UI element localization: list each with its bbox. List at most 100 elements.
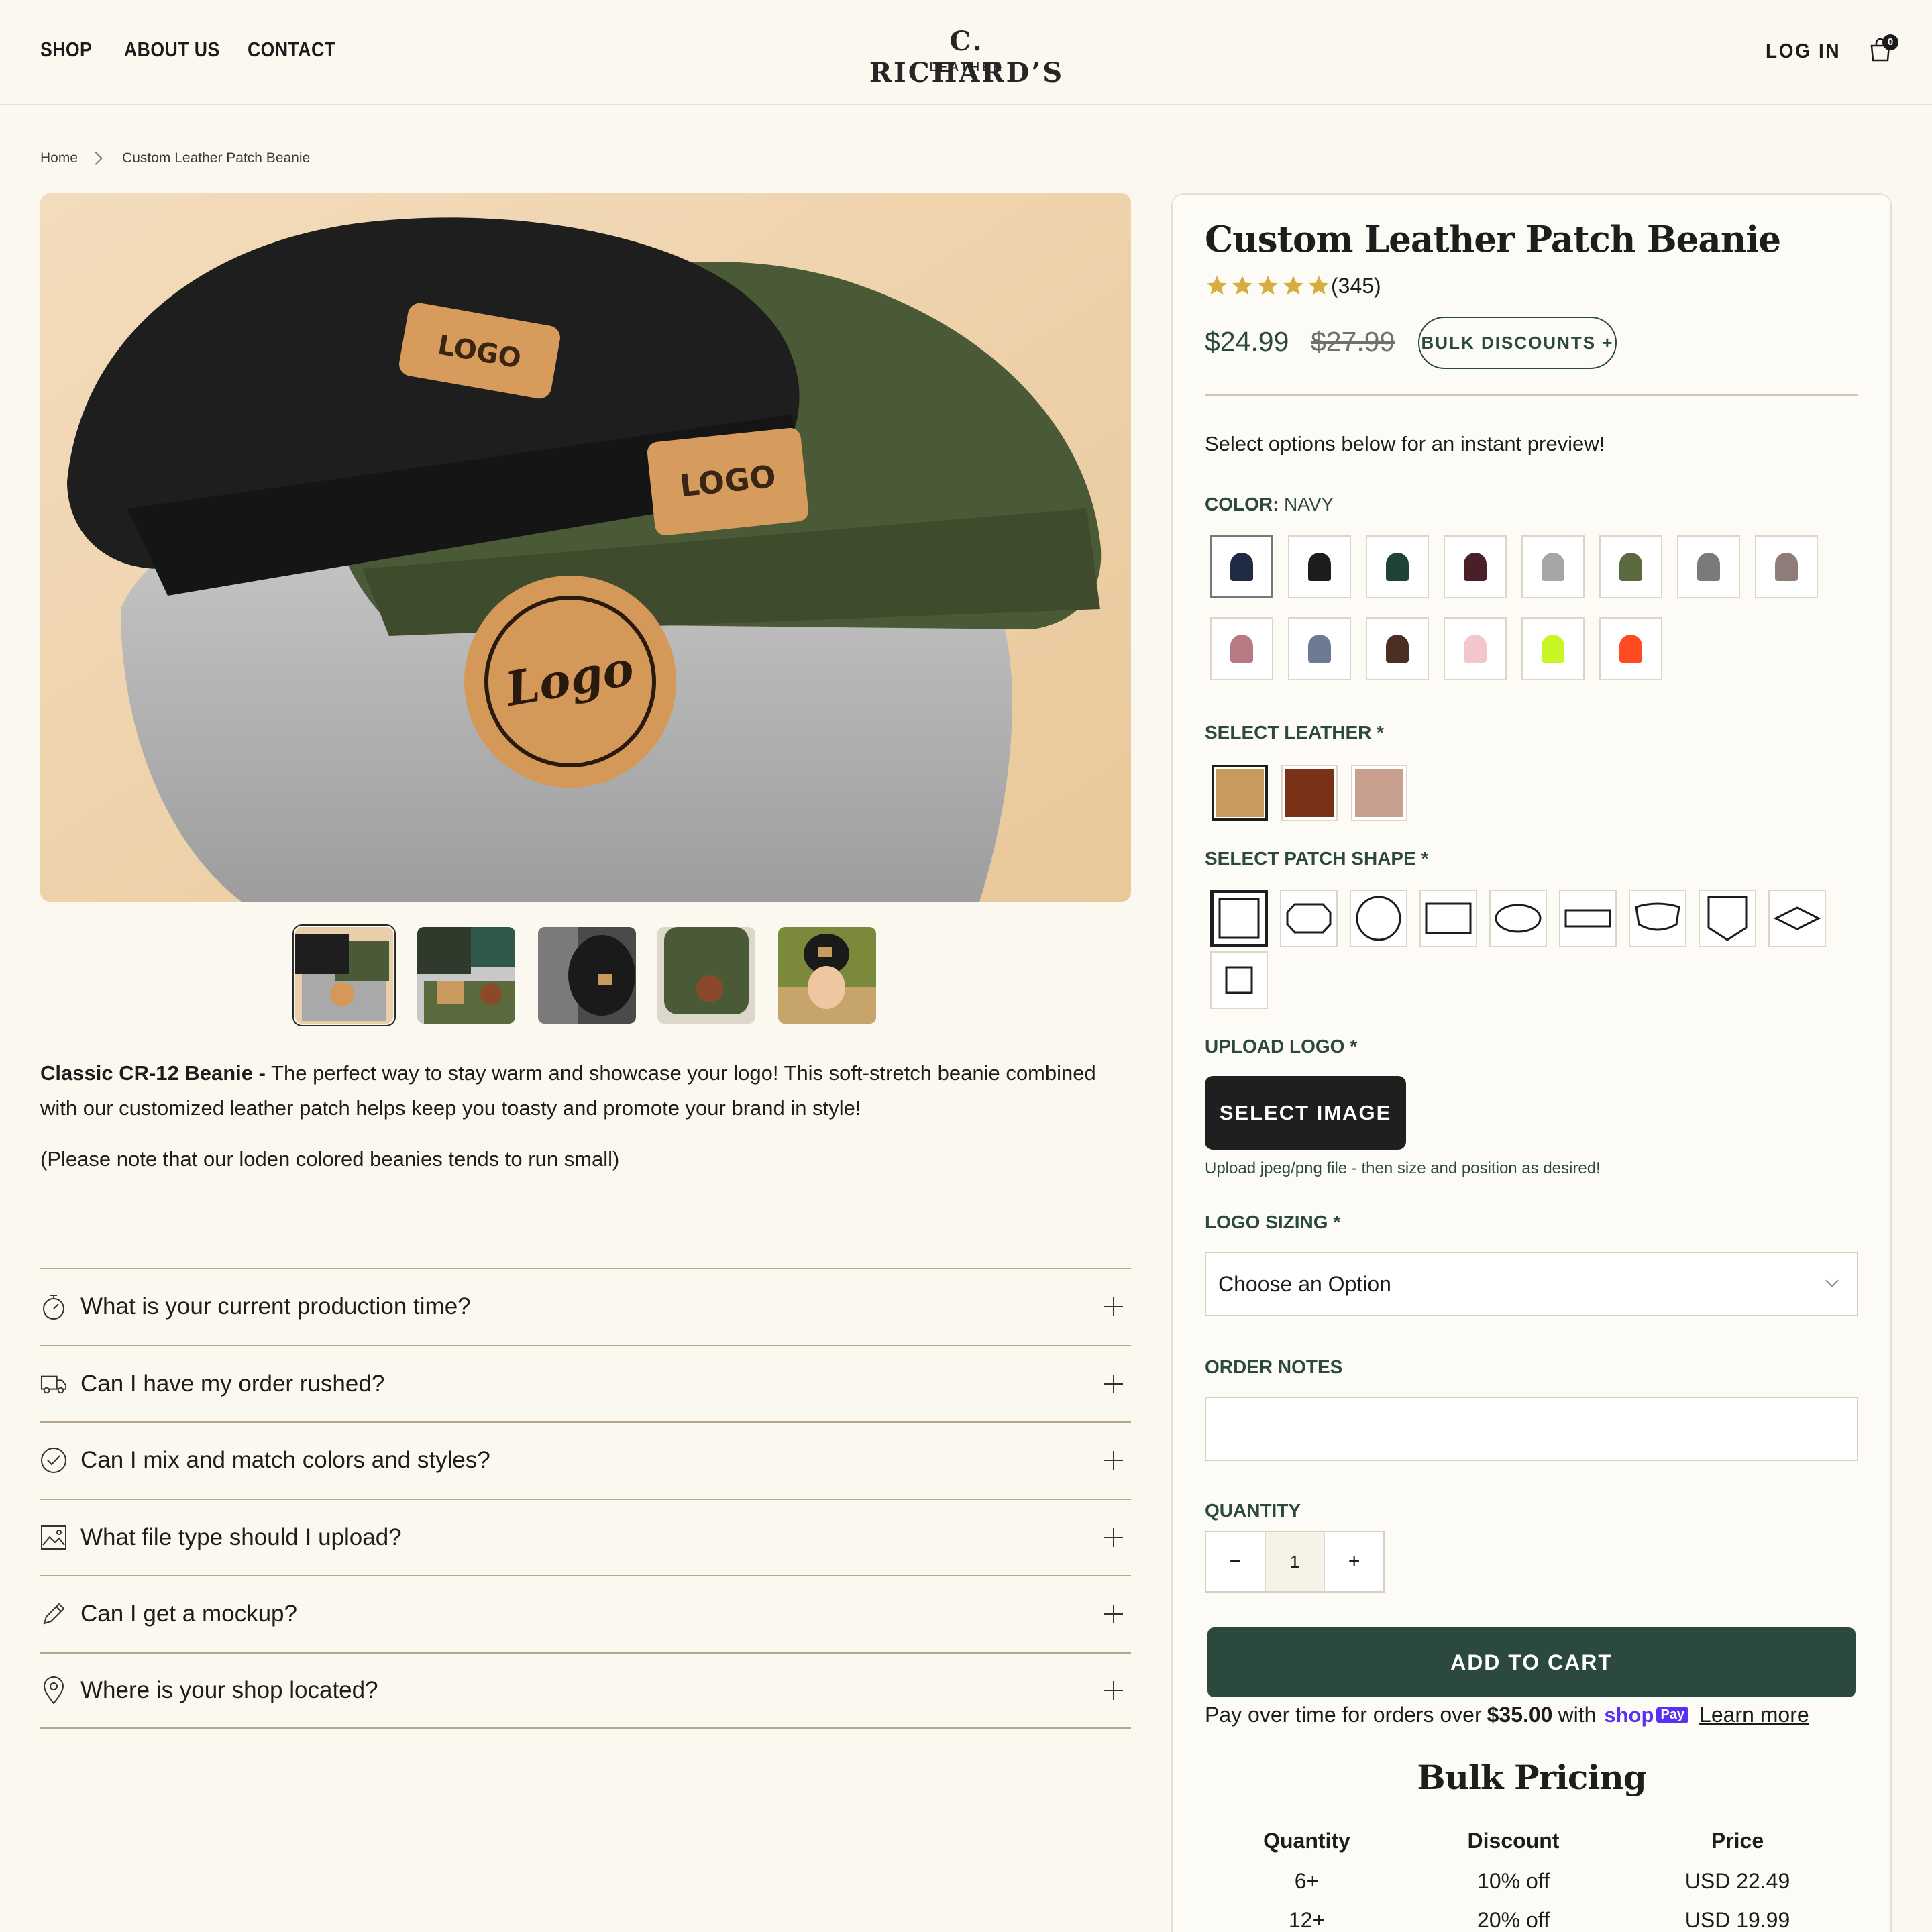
thumbnail-4[interactable] <box>657 927 755 1024</box>
faq-question: Where is your shop located? <box>80 1676 378 1703</box>
shape-badge[interactable] <box>1699 890 1756 947</box>
bulk-cell: 6+ <box>1294 1869 1320 1893</box>
faq-question: What is your current production time? <box>80 1293 471 1320</box>
faq-item[interactable]: Can I get a mockup? <box>40 1575 1131 1652</box>
bulk-cell: 20% off <box>1477 1908 1550 1932</box>
quantity-input[interactable]: 1 <box>1264 1532 1326 1591</box>
stopwatch-icon <box>40 1293 67 1320</box>
nav-about-us[interactable]: ABOUT US <box>124 38 220 62</box>
plus-icon[interactable] <box>1104 1527 1123 1547</box>
pay-prefix: Pay over time for orders over <box>1205 1703 1482 1727</box>
shape-square[interactable] <box>1210 890 1268 947</box>
shape-diamond[interactable] <box>1768 890 1826 947</box>
logo-sizing-select[interactable]: Choose an Option <box>1205 1252 1858 1316</box>
pencil-icon <box>40 1601 67 1627</box>
beanies-photo: LOGO LOGO Logo <box>40 193 1131 902</box>
beanie-color-icon <box>1386 635 1409 663</box>
shape-oval[interactable] <box>1489 890 1547 947</box>
leather-swatch[interactable] <box>1351 765 1407 821</box>
faq-question: Can I have my order rushed? <box>80 1370 385 1397</box>
color-swatch[interactable] <box>1755 535 1818 598</box>
plus-icon[interactable] <box>1104 1374 1123 1393</box>
beanie-color-icon <box>1230 553 1253 581</box>
faq-item[interactable]: Can I mix and match colors and styles? <box>40 1421 1131 1499</box>
shape-hexagon[interactable] <box>1280 890 1338 947</box>
beanie-color-icon <box>1308 635 1331 663</box>
sizing-note: (Please note that our loden colored bean… <box>40 1147 620 1171</box>
color-swatch[interactable] <box>1444 617 1507 680</box>
order-notes-input[interactable] <box>1205 1397 1858 1461</box>
faq-item[interactable]: What is your current production time? <box>40 1268 1131 1345</box>
bulk-cell: 10% off <box>1477 1869 1550 1893</box>
thumbnail-1[interactable] <box>292 924 396 1026</box>
nav-contact[interactable]: CONTACT <box>248 38 335 62</box>
beanie-color-icon <box>1386 553 1409 581</box>
image-icon <box>40 1524 67 1551</box>
leather-swatch[interactable] <box>1281 765 1338 821</box>
thumbnail-2[interactable] <box>417 927 515 1024</box>
chevron-right-icon <box>89 152 103 165</box>
beanie-color-icon <box>1308 553 1331 581</box>
plus-icon[interactable] <box>1104 1680 1123 1700</box>
color-swatch[interactable] <box>1288 617 1351 680</box>
beanie-color-icon <box>1542 635 1564 663</box>
login-link[interactable]: LOG IN <box>1766 39 1841 63</box>
breadcrumb: Home Custom Leather Patch Beanie <box>40 150 310 166</box>
quantity-decrease-button[interactable]: − <box>1206 1532 1265 1591</box>
beanie-color-icon <box>1619 635 1642 663</box>
color-swatch[interactable] <box>1366 617 1429 680</box>
leather-swatch[interactable] <box>1212 765 1268 821</box>
bulk-cell: 12+ <box>1288 1908 1326 1932</box>
color-swatch[interactable] <box>1444 535 1507 598</box>
color-swatch[interactable] <box>1599 617 1662 680</box>
breadcrumb-current: Custom Leather Patch Beanie <box>122 150 311 166</box>
beanie-color-icon <box>1697 553 1720 581</box>
select-image-button[interactable]: SELECT IMAGE <box>1205 1076 1406 1150</box>
bulk-header-quantity: Quantity <box>1263 1829 1350 1853</box>
plus-icon[interactable] <box>1104 1605 1123 1624</box>
shape-rectangle[interactable] <box>1419 890 1477 947</box>
shape-wide-rectangle[interactable] <box>1559 890 1617 947</box>
brand-logo[interactable]: C. RICHARD’S <box>856 25 1077 89</box>
add-to-cart-button[interactable]: ADD TO CART <box>1208 1627 1856 1697</box>
beanie-color-icon <box>1775 553 1798 581</box>
color-swatch[interactable] <box>1288 535 1351 598</box>
faq-item[interactable]: What file type should I upload? <box>40 1498 1131 1576</box>
star-icon <box>1232 276 1252 295</box>
thumbnail-3[interactable] <box>538 927 636 1024</box>
color-swatch[interactable] <box>1521 535 1585 598</box>
rating-count[interactable]: (345) <box>1331 274 1381 299</box>
upload-help-text: Upload jpeg/png file - then size and pos… <box>1205 1159 1601 1177</box>
cart-count-badge: 0 <box>1882 34 1898 50</box>
quantity-label: QUANTITY <box>1205 1500 1301 1521</box>
shape-shield[interactable] <box>1629 890 1686 947</box>
star-icon <box>1309 276 1329 295</box>
rating-stars[interactable] <box>1205 274 1331 298</box>
faq-question: Can I mix and match colors and styles? <box>80 1447 490 1474</box>
shape-circle[interactable] <box>1350 890 1407 947</box>
plus-icon[interactable] <box>1104 1451 1123 1470</box>
bulk-header-price: Price <box>1711 1829 1764 1853</box>
color-swatch[interactable] <box>1210 617 1273 680</box>
order-notes-label: ORDER NOTES <box>1205 1356 1343 1377</box>
learn-more-link[interactable]: Learn more <box>1699 1703 1809 1727</box>
plus-icon[interactable] <box>1104 1297 1123 1317</box>
faq-question: Can I get a mockup? <box>80 1601 297 1627</box>
color-swatch[interactable] <box>1599 535 1662 598</box>
faq-item[interactable]: Can I have my order rushed? <box>40 1344 1131 1422</box>
beanie-color-icon <box>1464 635 1487 663</box>
faq-item[interactable]: Where is your shop located? <box>40 1652 1131 1729</box>
quantity-increase-button[interactable]: + <box>1325 1532 1383 1591</box>
product-main-image[interactable]: LOGO LOGO Logo <box>40 193 1131 902</box>
logo-sizing-label: LOGO SIZING * <box>1205 1212 1341 1232</box>
color-swatch[interactable] <box>1366 535 1429 598</box>
color-swatch[interactable] <box>1210 535 1273 598</box>
shape-small-square[interactable] <box>1210 951 1268 1009</box>
shop-pay-message: Pay over time for orders over $35.00 wit… <box>1205 1703 1809 1727</box>
bulk-discounts-button[interactable]: BULK DISCOUNTS + <box>1418 317 1617 369</box>
color-swatch[interactable] <box>1521 617 1585 680</box>
color-swatch[interactable] <box>1677 535 1740 598</box>
breadcrumb-home[interactable]: Home <box>40 150 78 166</box>
thumbnail-5[interactable] <box>778 927 876 1024</box>
nav-shop[interactable]: SHOP <box>40 38 92 62</box>
